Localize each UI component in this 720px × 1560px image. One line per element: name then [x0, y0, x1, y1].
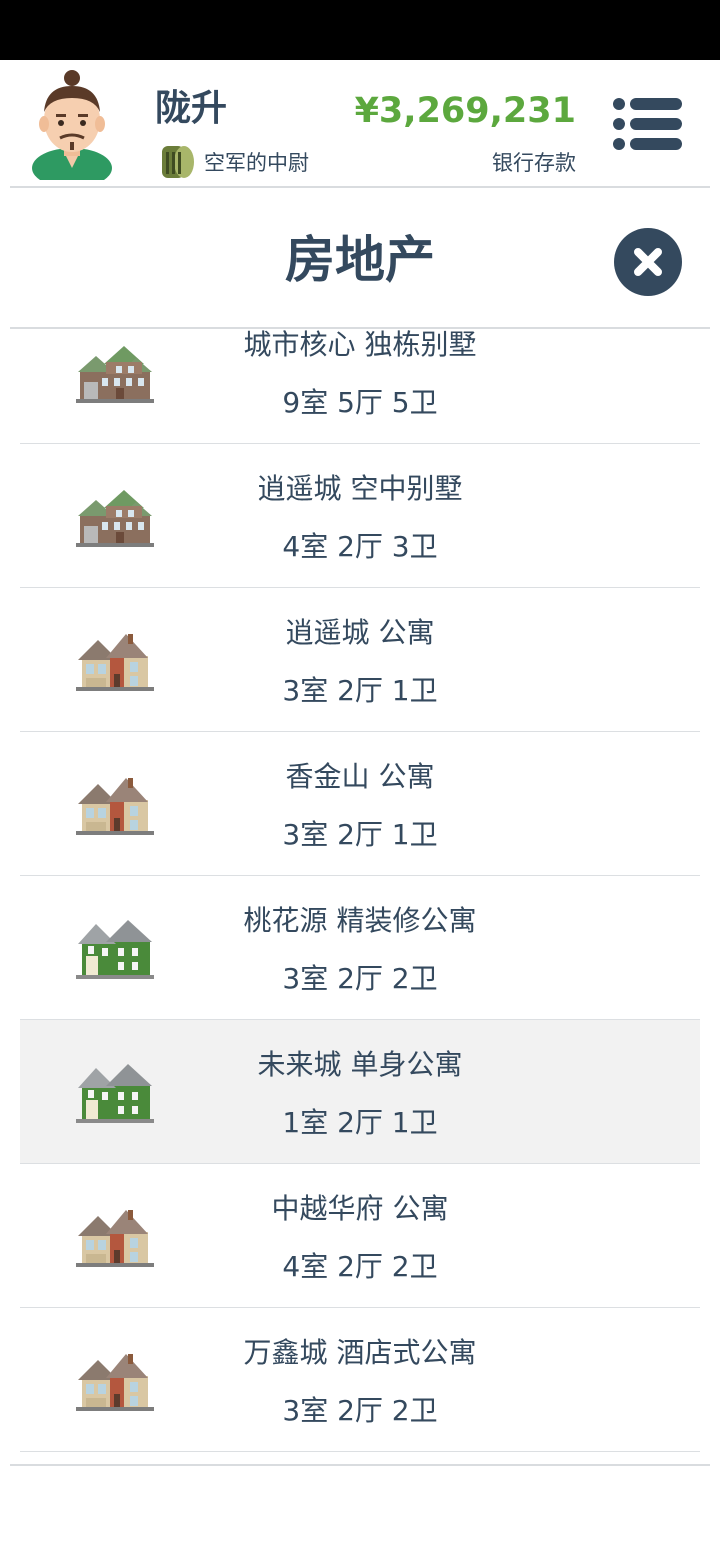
bank-balance-label: 银行存款 [492, 151, 576, 175]
player-header: 陇升 空军的中尉 ¥3,269,231 银行存款 [0, 60, 720, 188]
header-divider [10, 186, 710, 188]
list-bottom-divider [10, 1464, 710, 1466]
close-icon [634, 248, 662, 276]
property-row[interactable]: 万鑫城 酒店式公寓 3室 2厅 2卫 [20, 1308, 700, 1452]
property-row[interactable]: 逍遥城 空中别墅 4室 2厅 3卫 [20, 444, 700, 588]
property-name: 逍遥城 公寓 [285, 616, 435, 649]
property-row[interactable]: 桃花源 精装修公寓 3室 2厅 2卫 [20, 876, 700, 1020]
property-row[interactable]: 逍遥城 公寓 3室 2厅 1卫 [20, 588, 700, 732]
rank-badge-icon [162, 146, 194, 178]
title-divider [10, 327, 710, 329]
property-list: 城市核心 独栋别墅 9室 5厅 5卫逍遥城 空中别墅 4室 2厅 3卫 逍遥城 公寓 3… [20, 300, 700, 1464]
hamburger-menu-icon[interactable] [612, 96, 684, 152]
property-name: 中越华府 公寓 [271, 1192, 449, 1225]
property-name: 桃花源 精装修公寓 [243, 904, 477, 937]
property-row[interactable]: 中越华府 公寓 4室 2厅 2卫 [20, 1164, 700, 1308]
property-rooms: 4室 2厅 3卫 [282, 530, 438, 563]
property-row[interactable]: 未来城 单身公寓 1室 2厅 1卫 [20, 1020, 700, 1164]
property-name: 未来城 单身公寓 [257, 1048, 463, 1081]
property-name: 香金山 公寓 [285, 760, 435, 793]
property-rooms: 3室 2厅 2卫 [282, 962, 438, 995]
property-rooms: 3室 2厅 1卫 [282, 674, 438, 707]
status-bar [0, 0, 720, 60]
close-button[interactable] [614, 228, 682, 296]
rank: 空军的中尉 [158, 142, 309, 182]
player-name: 陇升 [155, 88, 228, 129]
property-rooms: 4室 2厅 2卫 [282, 1250, 438, 1283]
property-rooms: 9室 5厅 5卫 [282, 386, 438, 419]
property-rooms: 1室 2厅 1卫 [282, 1106, 438, 1139]
avatar-icon [32, 70, 112, 180]
property-row[interactable]: 香金山 公寓 3室 2厅 1卫 [20, 732, 700, 876]
bank-balance: ¥3,269,231 [354, 91, 576, 131]
property-rooms: 3室 2厅 2卫 [282, 1394, 438, 1427]
property-name: 万鑫城 酒店式公寓 [243, 1336, 477, 1369]
page-title: 房地产 [285, 231, 435, 289]
property-name: 逍遥城 空中别墅 [257, 472, 463, 505]
property-rooms: 3室 2厅 1卫 [282, 818, 438, 851]
property-row[interactable]: 城市核心 独栋别墅 9室 5厅 5卫 [20, 300, 700, 444]
rank-label: 空军的中尉 [204, 151, 309, 175]
